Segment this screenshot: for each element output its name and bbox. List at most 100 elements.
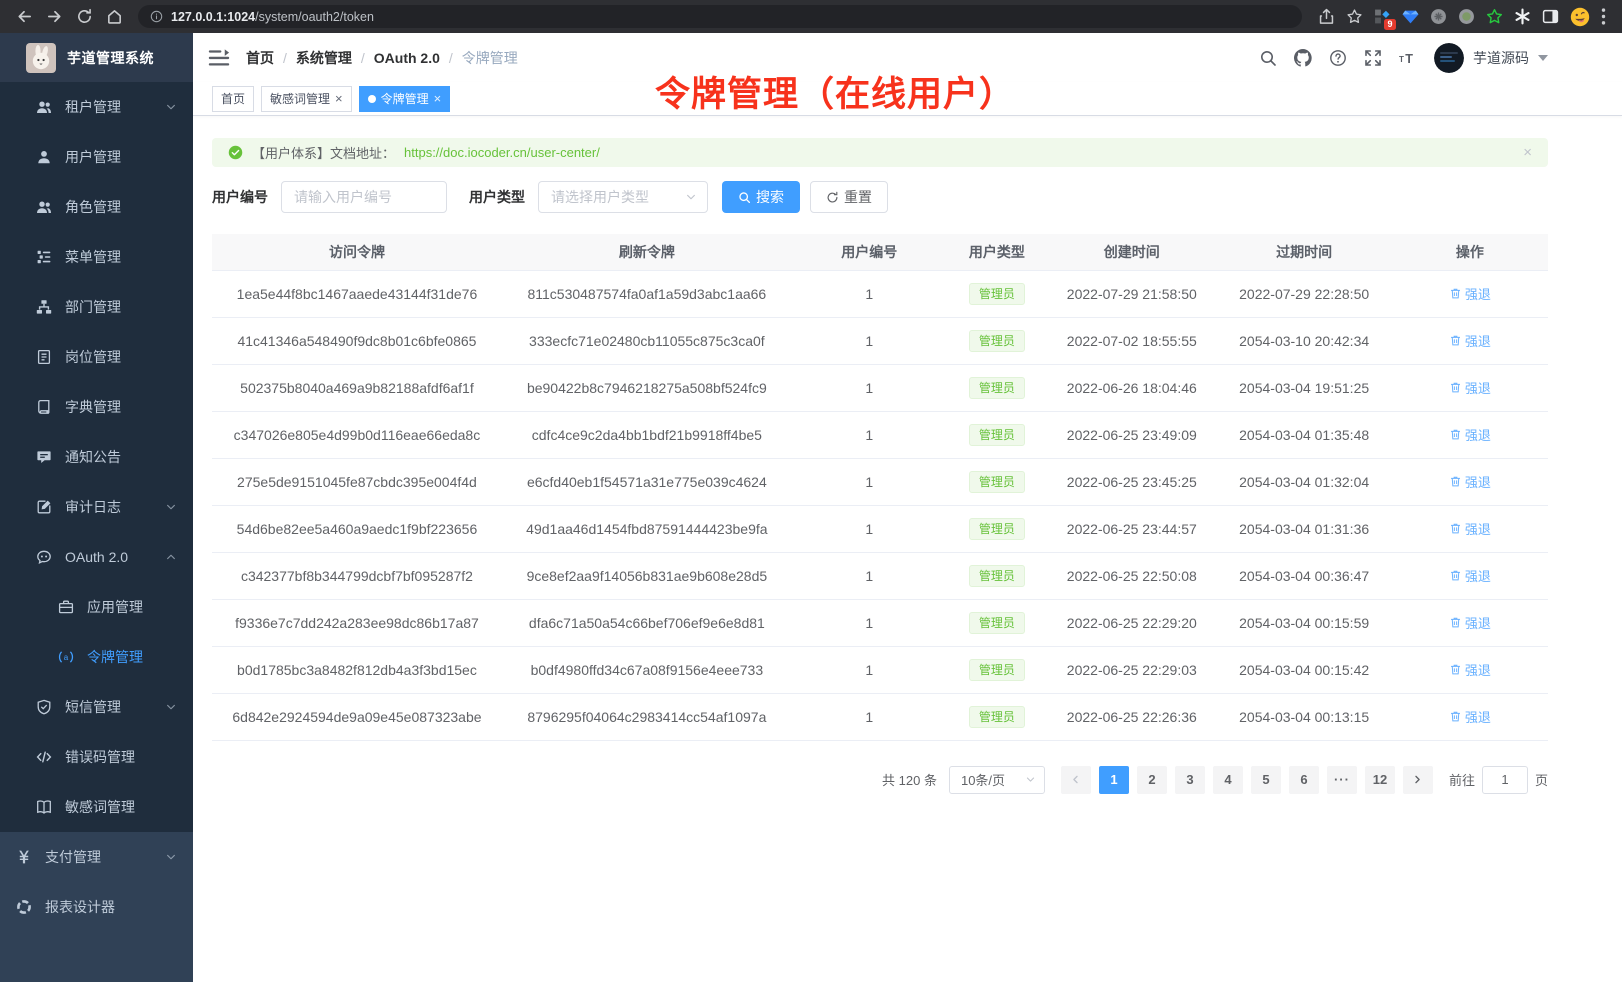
force-logout-button[interactable]: 强退	[1449, 613, 1491, 632]
created-time-cell: 2022-06-25 23:44:57	[1047, 505, 1217, 552]
page-button-12[interactable]: 12	[1365, 766, 1395, 794]
force-logout-button[interactable]: 强退	[1449, 707, 1491, 726]
force-logout-button[interactable]: 强退	[1449, 472, 1491, 491]
table-row: 6d842e2924594de9a09e45e087323abe 8796295…	[212, 693, 1548, 740]
user-type-cell: 管理员	[947, 505, 1047, 552]
page-button-3[interactable]: 3	[1175, 766, 1205, 794]
tab-sensitive-word[interactable]: 敏感词管理 ×	[261, 86, 352, 112]
app-logo[interactable]: 芋道管理系统	[0, 33, 193, 82]
sidebar-item-role[interactable]: 角色管理	[0, 182, 193, 232]
github-icon[interactable]	[1294, 49, 1312, 67]
address-bar[interactable]: 127.0.0.1:1024/system/oauth2/token	[138, 5, 1302, 28]
navbar: 首页/系统管理/OAuth 2.0/令牌管理 TT	[193, 33, 1622, 82]
breadcrumb-item[interactable]: OAuth 2.0	[374, 50, 440, 66]
alert-close-icon[interactable]: ×	[1523, 145, 1532, 160]
force-logout-button[interactable]: 强退	[1449, 378, 1491, 397]
url-text: 127.0.0.1:1024/system/oauth2/token	[171, 10, 374, 24]
force-logout-button[interactable]: 强退	[1449, 331, 1491, 350]
reset-button[interactable]: 重置	[810, 181, 888, 213]
page-size-select[interactable]: 10条/页	[949, 766, 1045, 794]
next-page-button[interactable]	[1403, 766, 1433, 794]
pixel-extension-icon[interactable]: 9	[1374, 8, 1391, 25]
sidebar-item-oauth2-token[interactable]: a 令牌管理	[0, 632, 193, 682]
browser-forward-icon[interactable]	[40, 3, 68, 31]
browser-reload-icon[interactable]	[70, 3, 98, 31]
refresh-token-cell: 333ecfc71e02480cb11055c875c3ca0f	[502, 317, 792, 364]
breadcrumb-item[interactable]: 首页	[246, 48, 274, 68]
sidebar-item-audit-log[interactable]: 审计日志	[0, 482, 193, 532]
force-logout-button[interactable]: 强退	[1449, 519, 1491, 538]
expire-time-cell: 2054-03-04 00:15:42	[1217, 646, 1392, 693]
prev-page-button[interactable]	[1061, 766, 1091, 794]
browser-back-icon[interactable]	[10, 3, 38, 31]
force-logout-button[interactable]: 强退	[1449, 660, 1491, 679]
refresh-token-cell: 49d1aa46d1454fbd87591444423be9fa	[502, 505, 792, 552]
sidebar-item-dict[interactable]: 字典管理	[0, 382, 193, 432]
column-header: 刷新令牌	[502, 234, 792, 270]
sidebar-item-dept[interactable]: 部门管理	[0, 282, 193, 332]
user-type-badge: 管理员	[969, 330, 1025, 352]
page-button-6[interactable]: 6	[1289, 766, 1319, 794]
user-type-cell: 管理员	[947, 317, 1047, 364]
site-info-icon[interactable]	[150, 10, 163, 23]
sidebar-item-tenant[interactable]: 租户管理	[0, 82, 193, 132]
username[interactable]: 芋道源码	[1473, 48, 1529, 68]
goto-page-input[interactable]	[1482, 766, 1528, 794]
profile-avatar-icon[interactable]	[1570, 7, 1590, 27]
user-type-select[interactable]: 请选择用户类型	[538, 181, 708, 213]
user-id-input[interactable]	[281, 181, 447, 213]
gem-extension-icon[interactable]	[1402, 8, 1419, 25]
search-button[interactable]: 搜索	[722, 181, 800, 213]
sidebar-item-oauth2[interactable]: OAuth 2.0	[0, 532, 193, 582]
force-logout-button[interactable]: 强退	[1449, 566, 1491, 585]
font-size-icon[interactable]: TT	[1399, 49, 1417, 67]
help-icon[interactable]	[1329, 49, 1347, 67]
browser-menu-icon[interactable]	[1601, 8, 1606, 25]
sidebar-item-user[interactable]: 用户管理	[0, 132, 193, 182]
sidebar-item-post[interactable]: 岗位管理	[0, 332, 193, 382]
bookmark-star-icon[interactable]	[1346, 8, 1363, 25]
doc-link[interactable]: https://doc.iocoder.cn/user-center/	[404, 145, 600, 160]
trash-icon	[1449, 663, 1462, 676]
sidebar-item-error-code[interactable]: 错误码管理	[0, 732, 193, 782]
sidebar-item-sensitive-word[interactable]: 敏感词管理	[0, 782, 193, 832]
page-button-5[interactable]: 5	[1251, 766, 1281, 794]
chevron-down-icon	[685, 191, 697, 203]
sidebar-item-report-designer[interactable]: 报表设计器	[0, 882, 193, 932]
green-star-extension-icon[interactable]	[1486, 8, 1503, 25]
record-extension-icon[interactable]	[1458, 8, 1475, 25]
user-avatar[interactable]	[1434, 43, 1464, 73]
tab-close-icon[interactable]: ×	[434, 92, 442, 105]
page-button-4[interactable]: 4	[1213, 766, 1243, 794]
sidebar-item-sms[interactable]: 短信管理	[0, 682, 193, 732]
sidebar-item-pay[interactable]: 支付管理	[0, 832, 193, 882]
fullscreen-icon[interactable]	[1364, 49, 1382, 67]
access-token-cell: 41c41346a548490f9dc8b01c6bfe0865	[212, 317, 502, 364]
browser-home-icon[interactable]	[100, 3, 128, 31]
page-ellipsis[interactable]: ···	[1327, 766, 1357, 794]
search-icon[interactable]	[1259, 49, 1277, 67]
page-buttons: 123456···12	[1095, 766, 1399, 794]
page-button-1[interactable]: 1	[1099, 766, 1129, 794]
expire-time-cell: 2054-03-04 01:32:04	[1217, 458, 1392, 505]
org-chart-icon	[36, 299, 52, 315]
flower-extension-icon[interactable]	[1514, 8, 1531, 25]
share-icon[interactable]	[1318, 8, 1335, 25]
user-type-badge: 管理员	[969, 283, 1025, 305]
chevron-down-icon[interactable]	[1538, 55, 1548, 61]
tab-close-icon[interactable]: ×	[335, 92, 343, 105]
tab-token[interactable]: 令牌管理 ×	[359, 86, 451, 112]
sidebar-item-menu[interactable]: 菜单管理	[0, 232, 193, 282]
sidebar-toggle-icon[interactable]	[207, 46, 231, 70]
force-logout-button[interactable]: 强退	[1449, 425, 1491, 444]
tab-home[interactable]: 首页	[212, 86, 254, 112]
page-button-2[interactable]: 2	[1137, 766, 1167, 794]
side-panel-icon[interactable]	[1542, 8, 1559, 25]
breadcrumb-item[interactable]: 系统管理	[296, 48, 352, 68]
force-logout-button[interactable]: 强退	[1449, 284, 1491, 303]
sidebar-item-notice[interactable]: 通知公告	[0, 432, 193, 482]
sidebar-item-oauth2-app[interactable]: 应用管理	[0, 582, 193, 632]
action-cell: 强退	[1392, 411, 1548, 458]
command-extension-icon[interactable]	[1430, 8, 1447, 25]
token-icon: a	[58, 649, 74, 665]
